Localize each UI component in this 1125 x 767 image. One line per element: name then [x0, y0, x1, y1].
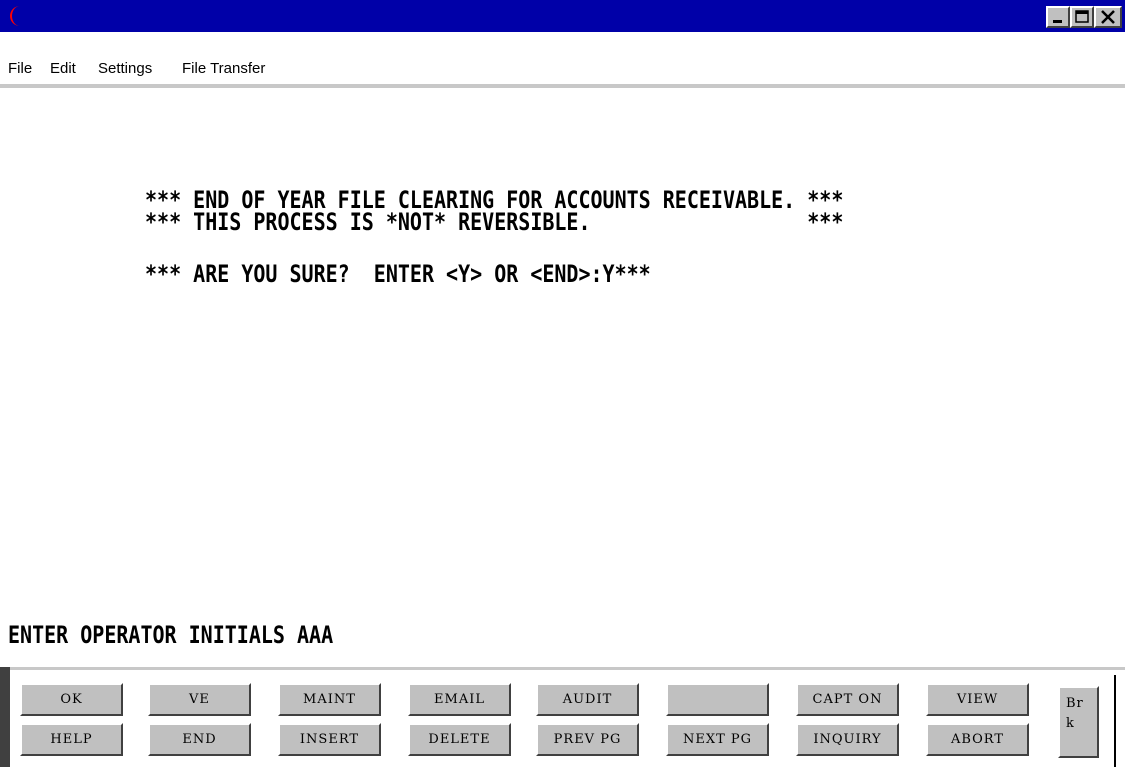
fkey-help[interactable]: HELP — [20, 723, 123, 756]
fkey-ve[interactable]: VE — [148, 683, 251, 716]
fkey-frame — [0, 667, 1125, 670]
fkey-view[interactable]: VIEW — [926, 683, 1029, 716]
fkey-next-pg[interactable]: NEXT PG — [666, 723, 769, 756]
menu-edit[interactable]: Edit — [50, 60, 76, 77]
close-button[interactable] — [1094, 6, 1122, 28]
menu-settings[interactable]: Settings — [98, 60, 152, 77]
operator-prompt[interactable]: ENTER OPERATOR INITIALS AAA — [8, 620, 333, 649]
fkey-inquiry[interactable]: INQUIRY — [796, 723, 899, 756]
minimize-button[interactable] — [1046, 6, 1070, 28]
screen-line-2: *** THIS PROCESS IS *NOT* REVERSIBLE. **… — [145, 207, 844, 236]
fkey-blank[interactable] — [666, 683, 769, 716]
menu-bar: File Edit Settings File Transfer — [0, 50, 1125, 86]
fkey-brk-label-2: k — [1066, 716, 1075, 731]
fkey-left-border — [0, 667, 10, 767]
fkey-abort[interactable]: ABORT — [926, 723, 1029, 756]
app-moon-icon[interactable] — [6, 5, 28, 27]
menu-file[interactable]: File — [8, 60, 32, 77]
screen-prompt[interactable]: *** ARE YOU SURE? ENTER <Y> OR <END>:Y**… — [145, 259, 651, 288]
fkey-prev-pg[interactable]: PREV PG — [536, 723, 639, 756]
fkey-insert[interactable]: INSERT — [278, 723, 381, 756]
fkey-capt-on[interactable]: CAPT ON — [796, 683, 899, 716]
fkey-end[interactable]: END — [148, 723, 251, 756]
close-icon — [1101, 10, 1115, 24]
fkey-ok[interactable]: OK — [20, 683, 123, 716]
fkey-audit[interactable]: AUDIT — [536, 683, 639, 716]
fkey-brk[interactable]: Br k — [1058, 686, 1099, 758]
fkey-email[interactable]: EMAIL — [408, 683, 511, 716]
fkey-delete[interactable]: DELETE — [408, 723, 511, 756]
minimize-icon — [1053, 20, 1062, 23]
title-bar — [0, 0, 1125, 32]
maximize-icon — [1075, 10, 1089, 23]
maximize-button[interactable] — [1070, 6, 1094, 28]
fkey-maint[interactable]: MAINT — [278, 683, 381, 716]
menu-divider — [0, 84, 1125, 88]
fkey-brk-label-1: Br — [1066, 696, 1084, 711]
menu-file-transfer[interactable]: File Transfer — [182, 60, 265, 77]
